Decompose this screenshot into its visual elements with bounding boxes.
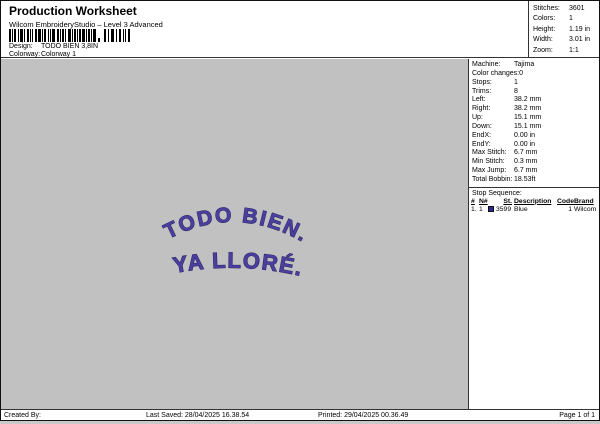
col-num: #: [471, 197, 475, 205]
machine-row: Max Stitch: 6.7 mm: [472, 149, 538, 157]
machine-row: Min Stitch: 0.3 mm: [472, 158, 538, 166]
created-by-label: Created By:: [4, 412, 41, 419]
svg-text:YA LLORÉ.: YA LLORÉ.: [171, 248, 306, 281]
col-code: Code: [557, 197, 574, 205]
colorway-label: Colorway:: [9, 51, 41, 58]
summary-zoom: Zoom: 1:1: [533, 46, 579, 54]
printed-text: Printed: 29/04/2025 00.36.49: [318, 412, 409, 419]
thread-color-swatch: [488, 206, 494, 213]
stop-row-code: 1: [568, 206, 572, 214]
stop-row-st: 3599: [488, 206, 514, 215]
machine-info-panel: Machine: Tajima Color changes:0 Stops: 1 T…: [468, 59, 599, 409]
machine-row: Left: 38.2 mm: [472, 96, 542, 104]
design-text-line2: YA LLORÉ.: [171, 247, 305, 281]
machine-row: EndY: 0.00 in: [472, 140, 536, 148]
worksheet-footer: Created By: Last Saved: 28/04/2025 16.38…: [1, 409, 599, 420]
machine-row: Up: 15.1 mm: [472, 114, 542, 122]
colorway-row: Colorway:Colorway 1: [9, 51, 76, 58]
design-canvas: TODO BIEN. YA LLORÉ.: [1, 59, 468, 409]
summary-width: Width: 3.01 in: [533, 36, 591, 44]
stop-row-description: Blue: [514, 206, 528, 214]
machine-row: Stops: 1: [472, 78, 518, 86]
col-n: N#: [479, 197, 488, 205]
stop-sequence-table: # N# St. Description Code Brand 1. 1 359…: [471, 198, 599, 215]
page-number: Page 1 of 1: [559, 412, 595, 419]
machine-row: Right: 38.2 mm: [472, 105, 542, 113]
last-saved-text: Last Saved: 28/04/2025 16.38.54: [146, 412, 250, 419]
design-value: TODO BIEN 3,8IN: [41, 43, 99, 50]
col-brand: Brand: [574, 197, 594, 205]
machine-row: Total Bobbin: 18.53ft: [472, 175, 536, 183]
production-worksheet-page: Production Worksheet Wilcom EmbroiderySt…: [0, 0, 600, 421]
stop-row-brand: Wilcom: [574, 206, 597, 214]
machine-row: Machine: Tajima: [472, 61, 535, 68]
design-summary-box: Stitches: 3601 Colors: 1 Height: 1.19 in Wi…: [528, 1, 599, 58]
embroidery-design-preview: TODO BIEN. YA LLORÉ.: [160, 203, 313, 281]
stop-row-n: 1: [479, 206, 483, 214]
stop-row-num: 1.: [471, 206, 477, 214]
barcode: [9, 29, 130, 42]
machine-row: Max Jump: 6.7 mm: [472, 167, 538, 175]
design-name-row: Design: TODO BIEN 3,8IN: [9, 43, 98, 50]
design-text-line1: TODO BIEN.: [160, 203, 311, 247]
page-title: Production Worksheet: [9, 4, 137, 18]
machine-row: Down: 15.1 mm: [472, 122, 542, 130]
colorway-value: Colorway 1: [41, 51, 77, 58]
summary-stitches: Stitches: 3601: [533, 5, 585, 12]
machine-row: EndX: 0.00 in: [472, 131, 536, 139]
machine-row: Trims: 8: [472, 87, 518, 95]
svg-text:TODO BIEN.: TODO BIEN.: [161, 204, 313, 247]
stop-sequence-divider: [469, 186, 599, 188]
summary-colors: Colors: 1: [533, 15, 573, 23]
worksheet-header: Production Worksheet Wilcom EmbroiderySt…: [1, 1, 599, 58]
design-label: Design:: [9, 43, 33, 50]
machine-row: Color changes:0: [472, 69, 523, 77]
col-description: Description: [514, 197, 552, 205]
col-st: St.: [503, 197, 512, 205]
software-subtitle: Wilcom EmbroideryStudio – Level 3 Advanc…: [9, 20, 163, 29]
summary-height: Height: 1.19 in: [533, 25, 591, 33]
stop-sequence-title: Stop Sequence:: [472, 189, 522, 197]
machine-settings-list: Machine: Tajima Color changes:0 Stops: 1 T…: [469, 59, 599, 185]
